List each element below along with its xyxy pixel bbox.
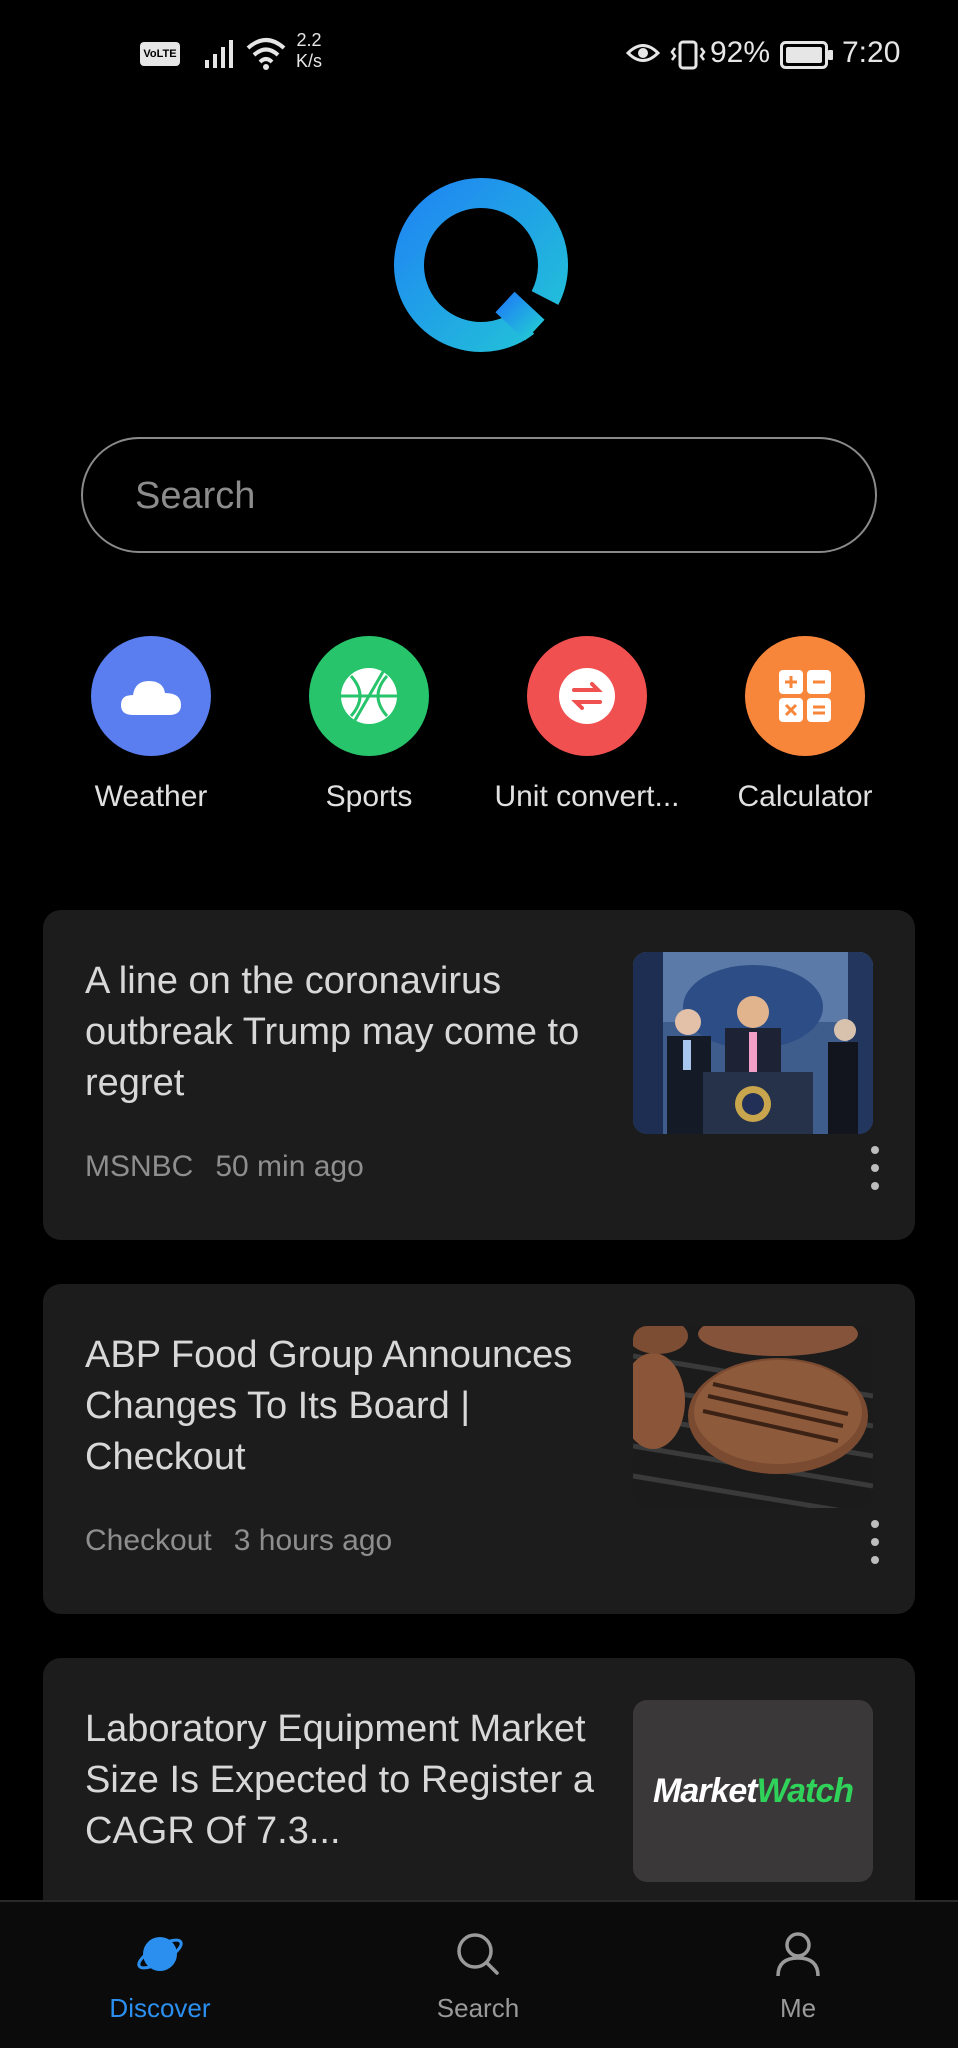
shortcut-calculator[interactable]: Calculator (700, 636, 910, 826)
person-icon (776, 1932, 820, 1977)
nav-search[interactable]: Search (388, 1930, 568, 2024)
basketball-icon (341, 668, 397, 724)
shortcut-label: Calculator (737, 780, 873, 813)
grilled-burgers-image (633, 1326, 873, 1508)
nav-label: Me (779, 1993, 817, 2023)
network-speed-unit: K/s (296, 51, 323, 71)
discover-screen: VoLTE 2.2 K/s 92% 7:20 Search Weather Sp… (0, 0, 958, 2048)
clock-time: 7:20 (842, 36, 901, 69)
sports-badge (309, 636, 429, 756)
battery-icon (780, 41, 833, 69)
more-options-icon[interactable] (865, 1146, 885, 1190)
news-meta: MSNBC 50 min ago (85, 1150, 364, 1184)
wifi-icon (246, 38, 286, 70)
more-options-icon[interactable] (865, 1520, 885, 1564)
bottom-navigation: Discover Search Me (0, 1900, 958, 2048)
news-title[interactable]: Laboratory Equipment Market Size Is Expe… (85, 1704, 605, 1857)
logo-text-market: Market (653, 1771, 758, 1810)
calculator-badge (745, 636, 865, 756)
news-card[interactable]: Laboratory Equipment Market Size Is Expe… (43, 1658, 915, 1918)
shortcut-unit-converter[interactable]: Unit convert... (482, 636, 692, 826)
shortcut-weather[interactable]: Weather (46, 636, 256, 826)
shortcut-label: Sports (325, 780, 413, 813)
news-time: 50 min ago (215, 1150, 364, 1183)
eye-comfort-icon (626, 44, 660, 62)
cloud-icon (121, 681, 181, 715)
swap-arrows-icon (559, 668, 615, 724)
status-bar: VoLTE 2.2 K/s 92% 7:20 (0, 0, 958, 110)
news-card[interactable]: A line on the coronavirus outbreak Trump… (43, 910, 915, 1240)
news-time: 3 hours ago (233, 1524, 393, 1557)
news-thumbnail-press-briefing[interactable] (633, 952, 873, 1134)
logo-text-watch: Watch (756, 1771, 854, 1810)
news-title[interactable]: ABP Food Group Announces Changes To Its … (85, 1330, 605, 1483)
press-briefing-image (633, 952, 873, 1134)
search-bar[interactable] (81, 437, 877, 553)
news-source: Checkout (85, 1524, 212, 1557)
news-meta: Checkout 3 hours ago (85, 1524, 392, 1558)
volte-indicator: VoLTE (140, 42, 180, 66)
news-card[interactable]: ABP Food Group Announces Changes To Its … (43, 1284, 915, 1614)
unit-converter-badge (527, 636, 647, 756)
vibrate-icon (670, 40, 706, 70)
nav-me[interactable]: Me (708, 1930, 888, 2024)
news-source: MSNBC (85, 1150, 194, 1183)
battery-percent: 92% (710, 36, 771, 69)
shortcut-label: Weather (94, 780, 208, 813)
signal-strength-icon (205, 40, 233, 68)
news-thumbnail-marketwatch[interactable]: MarketWatch (633, 1700, 873, 1882)
calculator-icon (779, 670, 831, 722)
weather-badge (91, 636, 211, 756)
shortcut-sports[interactable]: Sports (264, 636, 474, 826)
network-speed-value: 2.2 (296, 30, 322, 50)
shortcut-label: Unit convert... (494, 780, 680, 813)
news-title[interactable]: A line on the coronavirus outbreak Trump… (85, 956, 605, 1109)
news-thumbnail-burgers[interactable] (633, 1326, 873, 1508)
nav-label: Discover (109, 1993, 211, 2023)
network-speed: 2.2 K/s (296, 30, 322, 72)
search-input[interactable] (133, 439, 827, 553)
nav-discover[interactable]: Discover (70, 1930, 250, 2024)
search-icon (457, 1933, 499, 1975)
browser-logo-icon (394, 178, 568, 352)
marketwatch-logo: MarketWatch (653, 1771, 854, 1811)
discover-planet-icon (137, 1937, 183, 1971)
nav-label: Search (436, 1993, 520, 2023)
